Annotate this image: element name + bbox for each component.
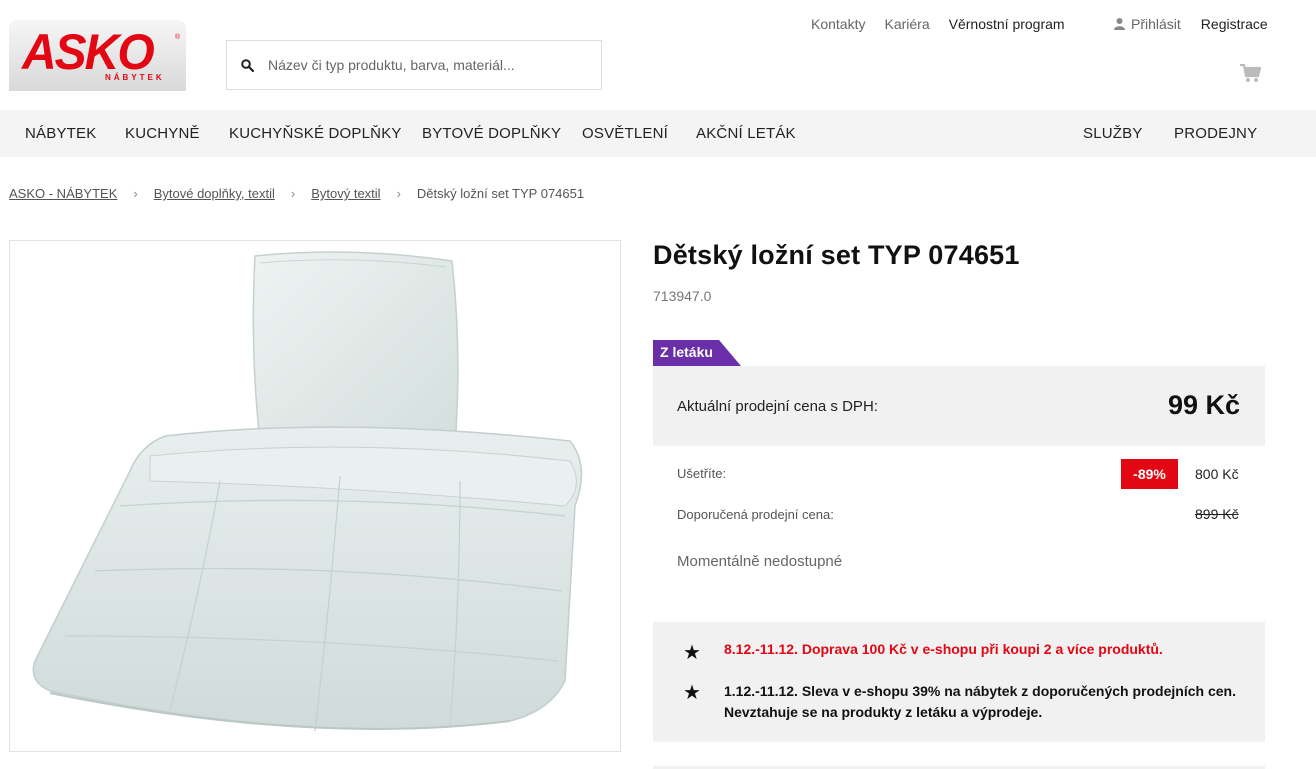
asko-logo[interactable]: ASKO ® NÁBYTEK [9, 20, 186, 91]
price-box: Aktuální prodejní cena s DPH: 99 Kč [653, 366, 1265, 446]
recommended-price-label: Doporučená prodejní cena: [677, 507, 834, 522]
savings-label: Ušetříte: [677, 466, 727, 481]
nav-osvetleni[interactable]: OSVĚTLENÍ [582, 125, 668, 142]
logo-registered-mark: ® [175, 34, 181, 41]
link-vernostni-program[interactable]: Věrnostní program [949, 16, 1065, 32]
breadcrumb-home[interactable]: ASKO - NÁBYTEK [9, 186, 117, 201]
nav-bytove-doplnky[interactable]: BYTOVÉ DOPLŇKY [422, 125, 561, 142]
product-image[interactable] [9, 240, 621, 752]
breadcrumb: ASKO - NÁBYTEK › Bytové doplňky, textil … [9, 186, 584, 201]
nav-sluzby[interactable]: SLUŽBY [1083, 125, 1143, 142]
nav-nabytek[interactable]: NÁBYTEK [25, 125, 96, 142]
breadcrumb-bytove-doplnky[interactable]: Bytové doplňky, textil [154, 186, 275, 201]
link-kariera[interactable]: Kariéra [884, 16, 929, 32]
price-value: 99 Kč [1167, 390, 1240, 420]
discount-badge: -89% [1121, 459, 1178, 489]
user-icon [1114, 18, 1125, 30]
top-links: Kontakty Kariéra Věrnostní program [811, 16, 1084, 32]
availability-status: Momentálně nedostupné [677, 553, 843, 570]
login-link[interactable]: Přihlásit [1114, 16, 1181, 32]
chevron-right-icon: › [396, 186, 401, 201]
search-input[interactable] [268, 57, 568, 73]
leaflet-badge: Z letáku [653, 340, 741, 366]
nav-prodejny[interactable]: PRODEJNY [1174, 125, 1257, 142]
breadcrumb-current: Dětský ložní set TYP 074651 [416, 186, 585, 201]
cart-button[interactable] [1240, 63, 1262, 88]
nav-kuchynske-doplnky[interactable]: KUCHYŇSKÉ DOPLŇKY [229, 125, 402, 142]
product-title: Dětský ložní set TYP 074651 [653, 240, 1020, 270]
nav-kuchyne[interactable]: KUCHYNĚ [125, 125, 200, 142]
cart-icon [1240, 63, 1262, 82]
chevron-right-icon: › [290, 186, 296, 201]
search-icon[interactable] [241, 58, 254, 72]
savings-value: 800 Kč [1195, 466, 1239, 482]
star-icon: ★ [683, 642, 701, 664]
promo-discount: 1.12.-11.12. Sleva v e-shopu 39% na náby… [724, 683, 1236, 720]
breadcrumb-bytovy-textil[interactable]: Bytový textil [311, 186, 380, 201]
logo-subtitle: NÁBYTEK [105, 73, 165, 82]
product-code: 713947.0 [653, 288, 712, 304]
promo-shipping: 8.12.-11.12. Doprava 100 Kč v e-shopu př… [724, 641, 1163, 657]
recommended-price-value: 899 Kč [1195, 506, 1239, 522]
promo-box: ★ 8.12.-11.12. Doprava 100 Kč v e-shopu … [653, 622, 1265, 742]
user-links: Přihlásit Registrace [1114, 16, 1268, 32]
main-nav: NÁBYTEK KUCHYNĚ KUCHYŇSKÉ DOPLŇKY BYTOVÉ… [0, 110, 1316, 157]
register-link[interactable]: Registrace [1201, 16, 1268, 32]
chevron-right-icon: › [133, 186, 138, 201]
nav-akcni-letak[interactable]: AKČNÍ LETÁK [696, 125, 796, 142]
search-box[interactable] [226, 40, 602, 90]
bedding-illustration [32, 251, 583, 732]
login-label: Přihlásit [1131, 16, 1181, 32]
link-kontakty[interactable]: Kontakty [811, 16, 865, 32]
star-icon: ★ [683, 682, 701, 704]
price-label: Aktuální prodejní cena s DPH: [677, 398, 878, 415]
